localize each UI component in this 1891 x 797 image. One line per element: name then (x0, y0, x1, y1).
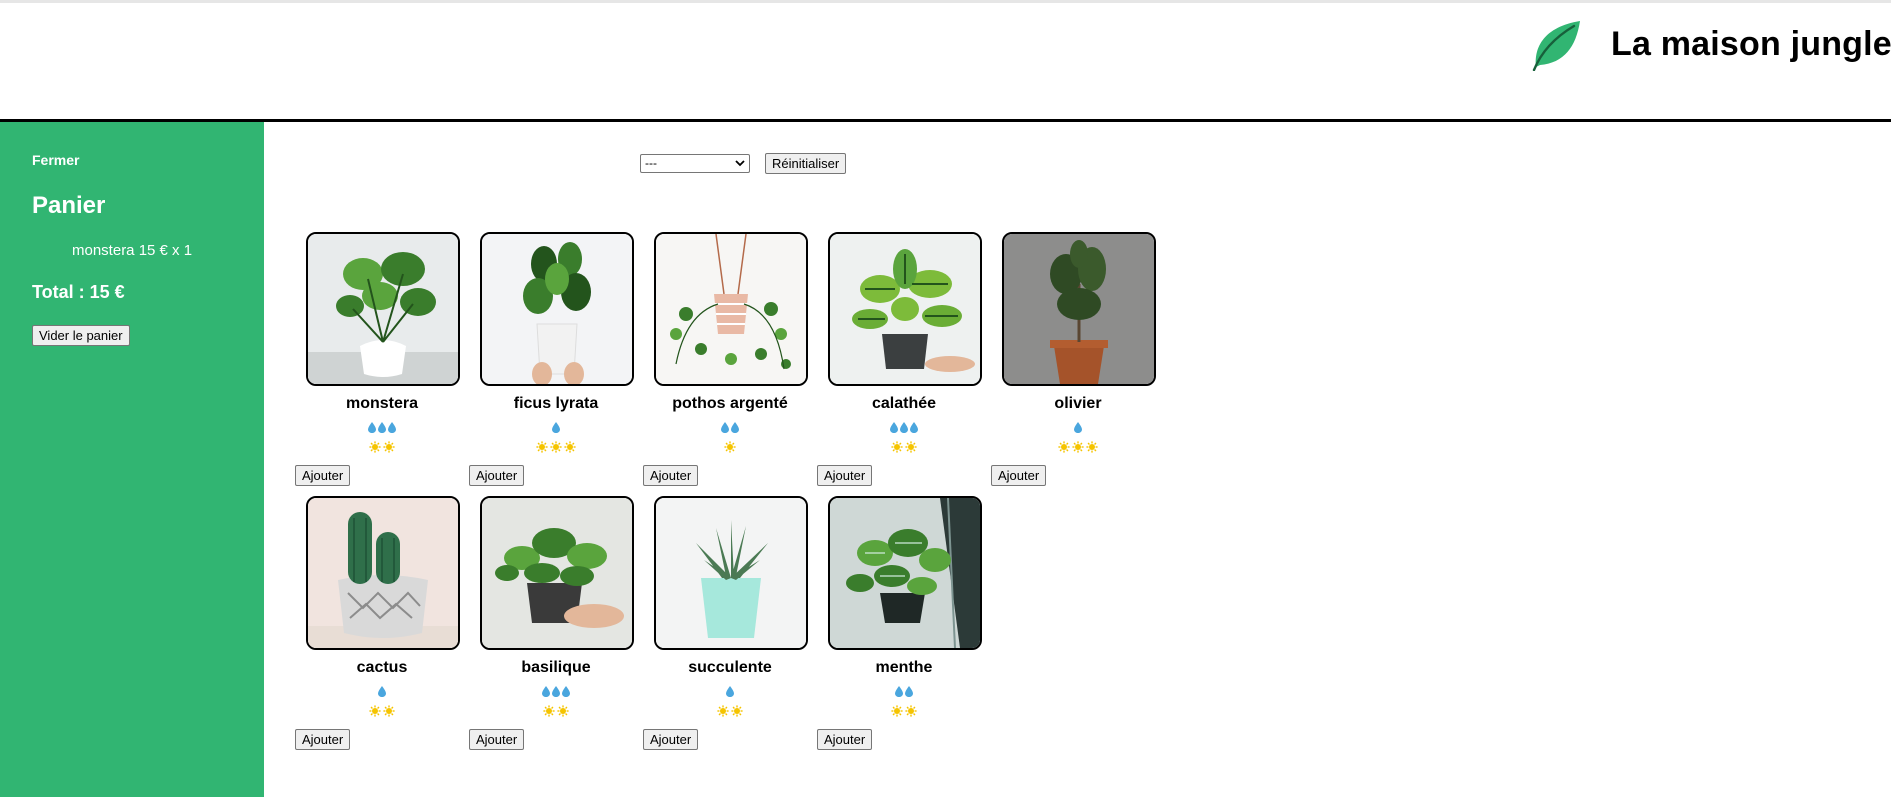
basil-photo (480, 496, 634, 650)
water-drop-icon (552, 686, 560, 697)
sun-icon (550, 441, 562, 453)
add-to-cart-button[interactable]: Ajouter (991, 465, 1047, 486)
add-to-cart-button[interactable]: Ajouter (643, 465, 699, 486)
site-title: La maison jungle (1611, 25, 1891, 63)
sun-icon (717, 705, 729, 717)
leaf-icon (1532, 21, 1580, 71)
sun-icon (383, 441, 395, 453)
water-drop-icon (388, 422, 396, 433)
plant-name: olivier (1054, 395, 1102, 412)
sun-icon (369, 441, 381, 453)
sun-icon (1072, 441, 1084, 453)
olive-tree-photo (1002, 232, 1156, 386)
water-drop-icon (1074, 422, 1082, 433)
light-scale (643, 705, 817, 719)
add-to-cart-button[interactable]: Ajouter (817, 465, 873, 486)
sun-icon (369, 705, 381, 717)
light-scale (991, 441, 1165, 455)
sun-icon (905, 441, 917, 453)
water-drop-icon (378, 686, 386, 697)
water-scale (469, 686, 643, 700)
water-scale (295, 686, 469, 700)
light-scale (817, 705, 991, 719)
water-drop-icon (731, 422, 739, 433)
water-drop-icon (895, 686, 903, 697)
sun-icon (383, 705, 395, 717)
plant-name: monstera (345, 395, 419, 412)
plant-name: ficus lyrata (513, 395, 599, 412)
light-scale (295, 705, 469, 719)
monstera-photo (306, 232, 460, 386)
light-scale (817, 441, 991, 455)
reset-filter-button[interactable]: Réinitialiser (765, 153, 847, 174)
category-select-value: --- (645, 156, 657, 170)
plant-name: pothos argenté (672, 395, 788, 412)
light-scale (295, 441, 469, 455)
cactus-photo (306, 496, 460, 650)
water-scale (295, 422, 469, 436)
sun-icon (724, 441, 736, 453)
sun-icon (536, 441, 548, 453)
plant-name: calathée (871, 395, 937, 412)
water-drop-icon (552, 422, 560, 433)
water-drop-icon (368, 422, 376, 433)
cart-total: Total : 15 € (32, 282, 125, 302)
plant-name: menthe (875, 659, 933, 676)
plant-name: succulente (688, 659, 772, 676)
succulent-photo (654, 496, 808, 650)
plant-name: cactus (356, 659, 408, 676)
sun-icon (557, 705, 569, 717)
sun-icon (1058, 441, 1070, 453)
light-scale (469, 705, 643, 719)
water-drop-icon (721, 422, 729, 433)
water-drop-icon (378, 422, 386, 433)
light-scale (469, 441, 643, 455)
water-scale (817, 686, 991, 700)
water-drop-icon (905, 686, 913, 697)
water-drop-icon (900, 422, 908, 433)
add-to-cart-button[interactable]: Ajouter (817, 729, 873, 750)
add-to-cart-button[interactable]: Ajouter (643, 729, 699, 750)
sun-icon (1086, 441, 1098, 453)
sun-icon (905, 705, 917, 717)
add-to-cart-button[interactable]: Ajouter (295, 729, 351, 750)
add-to-cart-button[interactable]: Ajouter (469, 465, 525, 486)
water-scale (991, 422, 1165, 436)
water-drop-icon (910, 422, 918, 433)
pothos-photo (654, 232, 808, 386)
light-scale (643, 441, 817, 455)
mint-photo (828, 496, 982, 650)
water-scale (643, 686, 817, 700)
water-scale (643, 422, 817, 436)
cart-sidebar: Fermer Panier monstera 15 € x 1 Total : … (0, 122, 264, 797)
cart-title: Panier (32, 192, 106, 219)
water-drop-icon (890, 422, 898, 433)
sun-icon (731, 705, 743, 717)
cart-item: monstera 15 € x 1 (72, 242, 193, 259)
water-scale (469, 422, 643, 436)
close-cart-button[interactable]: Fermer (32, 152, 79, 168)
chevron-down-icon (735, 160, 745, 167)
sun-icon (564, 441, 576, 453)
ficus-lyrata-photo (480, 232, 634, 386)
sun-icon (891, 441, 903, 453)
empty-cart-button[interactable]: Vider le panier (32, 325, 130, 346)
water-drop-icon (542, 686, 550, 697)
sun-icon (891, 705, 903, 717)
calathea-photo (828, 232, 982, 386)
add-to-cart-button[interactable]: Ajouter (295, 465, 351, 486)
water-scale (817, 422, 991, 436)
water-drop-icon (562, 686, 570, 697)
category-select[interactable]: --- (640, 154, 750, 173)
sun-icon (543, 705, 555, 717)
plant-name: basilique (521, 659, 591, 676)
water-drop-icon (726, 686, 734, 697)
site-header: La maison jungle (0, 3, 1891, 122)
add-to-cart-button[interactable]: Ajouter (469, 729, 525, 750)
